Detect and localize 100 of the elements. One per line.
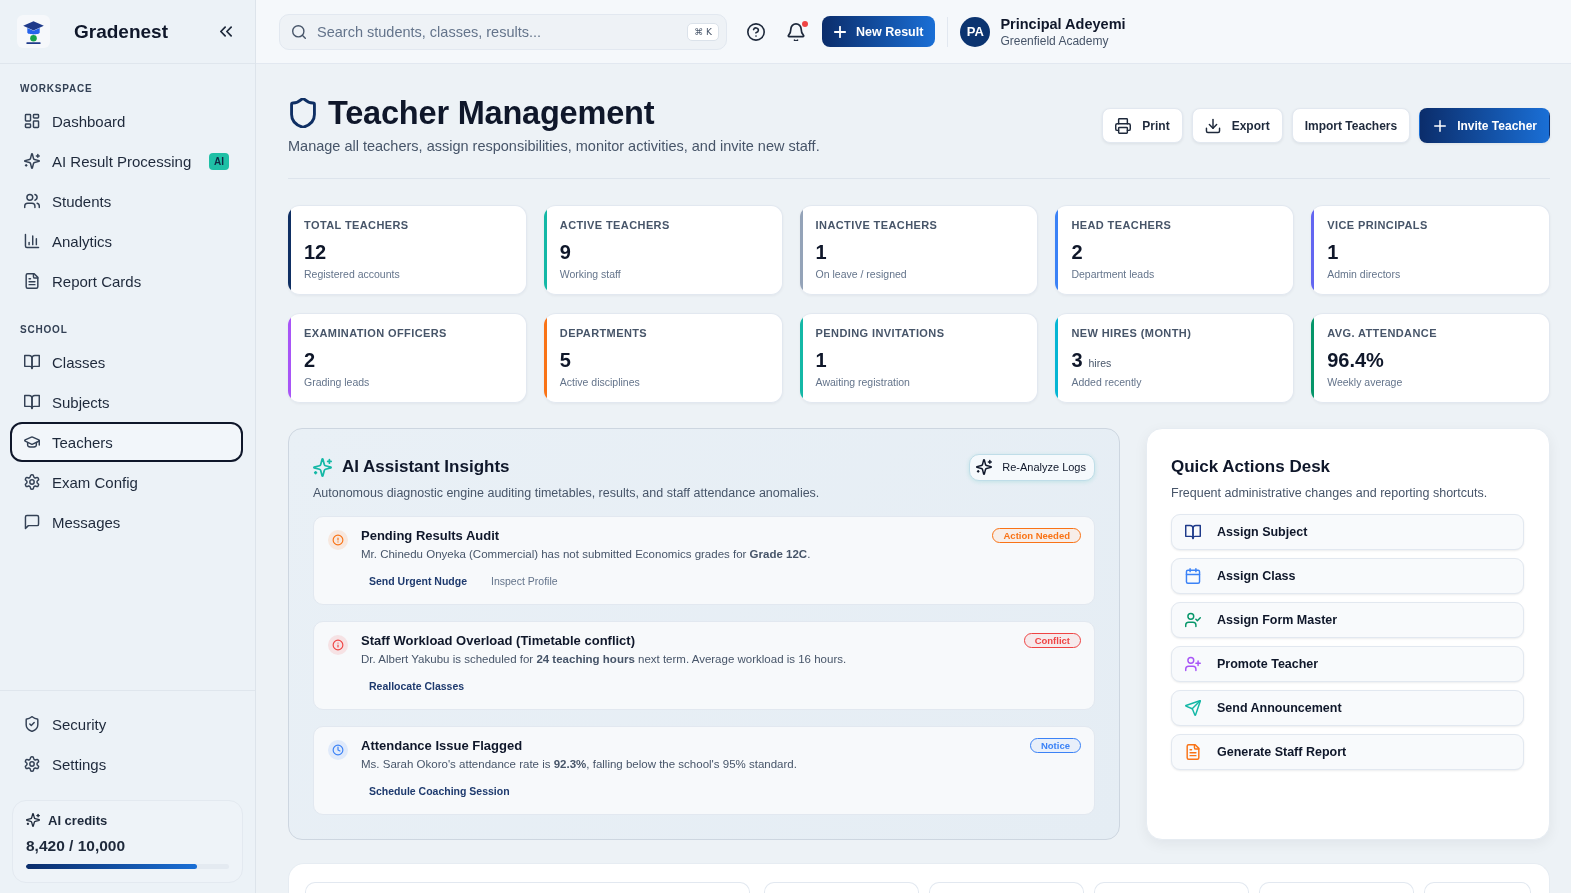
- filter-field[interactable]: [1094, 882, 1249, 893]
- stat-note: Awaiting registration: [815, 376, 910, 389]
- insight-text: Dr. Albert Yakubu is scheduled for 24 teaching hours next term. Average workload is 16 hours.: [361, 652, 847, 667]
- alert-icon: [328, 530, 348, 550]
- stat-value: 1: [1327, 240, 1339, 264]
- stat-value: 2: [1071, 240, 1083, 264]
- stat-value: 3: [1071, 348, 1083, 372]
- stat-value: 1: [815, 348, 827, 372]
- insight-title: Attendance Issue Flagged: [361, 737, 523, 753]
- action-link[interactable]: Reallocate Classes: [361, 677, 473, 695]
- nav-item[interactable]: Report Cards: [10, 261, 243, 301]
- nav-item[interactable]: Students: [10, 181, 243, 221]
- bell-icon[interactable]: [787, 22, 805, 41]
- stat-note: Weekly average: [1327, 376, 1403, 389]
- stat-note: Working staff: [559, 268, 621, 281]
- users-icon: [24, 193, 40, 209]
- stat-note: Registered accounts: [304, 268, 400, 281]
- status-badge: Conflict: [1023, 632, 1081, 648]
- nav-item[interactable]: Dashboard: [10, 101, 243, 141]
- stat-unit: hires: [1088, 357, 1112, 369]
- quick-action-button[interactable]: Generate Staff Report: [1171, 734, 1524, 770]
- double-chevron-left-icon[interactable]: [220, 26, 232, 37]
- stat-note: Department leads: [1071, 268, 1155, 281]
- quick-action-button[interactable]: Assign Subject: [1171, 514, 1524, 550]
- section-label: SCHOOL: [20, 324, 68, 336]
- graduation-cap-icon: [24, 434, 40, 450]
- stat-label: EXAMINATION OFFICERS: [304, 327, 447, 340]
- user-name: Principal Adeyemi: [1000, 14, 1126, 33]
- stat-value: 1: [815, 240, 827, 264]
- stat-note: Admin directors: [1327, 268, 1401, 281]
- stat-value: 12: [304, 240, 327, 264]
- bar-chart-icon: [24, 233, 40, 249]
- new-result-button[interactable]: New Result: [822, 16, 936, 47]
- action-link[interactable]: Inspect Profile: [483, 572, 566, 590]
- nav-item[interactable]: AI Result Processing AI: [10, 141, 243, 181]
- grid-icon: [24, 113, 40, 129]
- search-icon: [292, 24, 306, 39]
- brand-name: Gradenest: [74, 20, 168, 43]
- help-icon[interactable]: [747, 22, 765, 41]
- feature-badge: AI: [209, 152, 229, 170]
- stat-note: On leave / resigned: [815, 268, 907, 281]
- filter-field[interactable]: [305, 882, 750, 893]
- nav-item[interactable]: Analytics: [10, 221, 243, 261]
- stat-label: DEPARTMENTS: [559, 327, 648, 340]
- invite-teacher-button[interactable]: Invite Teacher: [1419, 108, 1550, 143]
- shield-check-icon: [24, 716, 40, 732]
- panel-title: Quick Actions Desk: [1171, 457, 1331, 477]
- stat-note: Grading leads: [304, 376, 370, 389]
- book-icon: [24, 354, 40, 370]
- nav-item[interactable]: Subjects: [10, 382, 243, 422]
- export-button[interactable]: Export: [1191, 108, 1283, 143]
- stat-label: PENDING INVITATIONS: [815, 327, 945, 340]
- insight-text: Mr. Chinedu Onyeka (Commercial) has not submitted Economics grades for Grade 12C.: [361, 547, 811, 562]
- stat-label: INACTIVE TEACHERS: [815, 219, 938, 232]
- stat-label: HEAD TEACHERS: [1071, 219, 1172, 232]
- print-button[interactable]: Print: [1102, 108, 1183, 143]
- nav-item[interactable]: Classes: [10, 342, 243, 382]
- filter-field[interactable]: [1424, 882, 1531, 893]
- stat-value: 9: [559, 240, 571, 264]
- credits-label: AI credits: [48, 812, 108, 828]
- sparkle-icon: [24, 153, 40, 169]
- panel-title: AI Assistant Insights: [342, 457, 510, 477]
- action-link[interactable]: Schedule Coaching Session: [361, 782, 518, 800]
- settings-icon: [24, 756, 40, 772]
- quick-action-button[interactable]: Send Announcement: [1171, 690, 1524, 726]
- quick-action-button[interactable]: Assign Class: [1171, 558, 1524, 594]
- stat-note: Active disciplines: [559, 376, 640, 389]
- nav-item[interactable]: Messages: [10, 502, 243, 542]
- status-badge: Notice: [1029, 737, 1081, 753]
- user-avatar[interactable]: PA: [960, 16, 991, 47]
- quick-action-button[interactable]: Assign Form Master: [1171, 602, 1524, 638]
- import-teachers-button[interactable]: Import Teachers: [1291, 108, 1411, 143]
- action-link[interactable]: Send Urgent Nudge: [361, 572, 475, 590]
- logo-icon: [17, 15, 50, 48]
- nav-item[interactable]: Exam Config: [10, 462, 243, 502]
- stat-label: TOTAL TEACHERS: [304, 219, 409, 232]
- section-label: WORKSPACE: [20, 83, 93, 95]
- stat-label: VICE PRINCIPALS: [1327, 219, 1428, 232]
- shield-icon: [290, 98, 316, 128]
- message-icon: [24, 514, 40, 530]
- gear-icon: [24, 474, 40, 490]
- book-icon: [24, 394, 40, 410]
- sparkle-icon: [976, 459, 993, 475]
- filter-field[interactable]: [1259, 882, 1414, 893]
- insight-text: Ms. Sarah Okoro's attendance rate is 92.3%, falling below the school's 95% standard.: [361, 757, 797, 772]
- school-name: Greenfield Academy: [1000, 32, 1110, 49]
- stat-label: NEW HIRES (MONTH): [1071, 327, 1192, 340]
- info-icon: [328, 635, 348, 655]
- download-icon: [1204, 117, 1221, 134]
- nav-item[interactable]: Settings: [10, 744, 243, 784]
- reanalyze-button[interactable]: Re-Analyze Logs: [969, 453, 1095, 481]
- credits-value: 8,420 / 10,000: [26, 836, 126, 856]
- stat-label: AVG. ATTENDANCE: [1327, 327, 1437, 340]
- quick-action-button[interactable]: Promote Teacher: [1171, 646, 1524, 682]
- filter-field[interactable]: [929, 882, 1084, 893]
- nav-item[interactable]: Security: [10, 704, 243, 744]
- filter-field[interactable]: [764, 882, 919, 893]
- status-badge: Action Needed: [992, 527, 1081, 543]
- page-title: Teacher Management: [328, 95, 655, 131]
- nav-item[interactable]: Teachers: [10, 422, 243, 462]
